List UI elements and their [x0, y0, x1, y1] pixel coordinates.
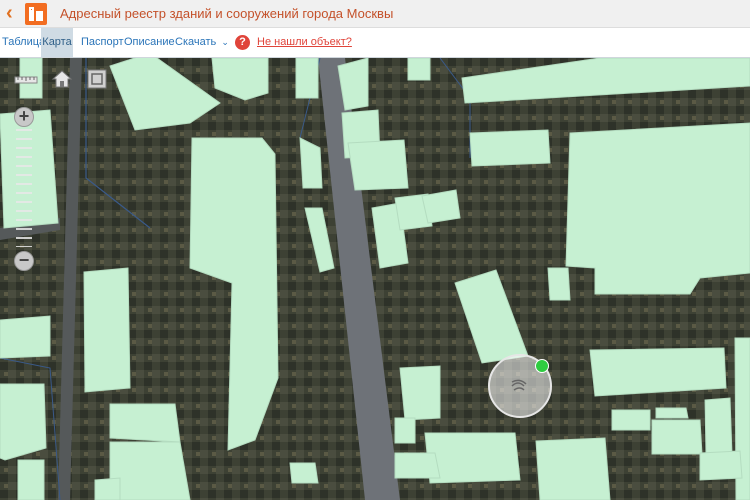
app-header: ‹ Адресный реестр зданий и сооружений го…: [0, 0, 750, 28]
back-icon[interactable]: ‹: [6, 3, 20, 24]
home-icon[interactable]: [51, 68, 73, 90]
aerial-map[interactable]: [0, 58, 750, 500]
chevron-down-icon: ⌄: [221, 37, 229, 47]
tab-table[interactable]: Таблица: [2, 28, 45, 57]
help-icon[interactable]: ?: [235, 35, 250, 50]
map-view[interactable]: + −: [0, 58, 750, 500]
not-found-link[interactable]: Не нашли объект?: [257, 28, 352, 57]
page-title: Адресный реестр зданий и сооружений горо…: [60, 6, 394, 21]
location-dot: [535, 359, 549, 373]
tab-download-label: Скачать: [175, 36, 217, 48]
fullscreen-icon[interactable]: [86, 68, 108, 90]
zoom-control: + −: [14, 107, 34, 271]
tab-bar: Таблица Карта Паспорт Описание Скачать ⌄…: [0, 28, 750, 58]
tab-description[interactable]: Описание: [124, 28, 175, 57]
tab-download[interactable]: Скачать ⌄: [175, 28, 229, 57]
building-logo-icon: [25, 3, 47, 25]
zoom-slider[interactable]: [16, 129, 32, 247]
tab-passport[interactable]: Паспорт: [81, 28, 124, 57]
ruler-icon[interactable]: [14, 70, 38, 88]
zoom-out-button[interactable]: −: [14, 251, 34, 271]
tab-map[interactable]: Карта: [41, 28, 73, 57]
zoom-in-button[interactable]: +: [14, 107, 34, 127]
